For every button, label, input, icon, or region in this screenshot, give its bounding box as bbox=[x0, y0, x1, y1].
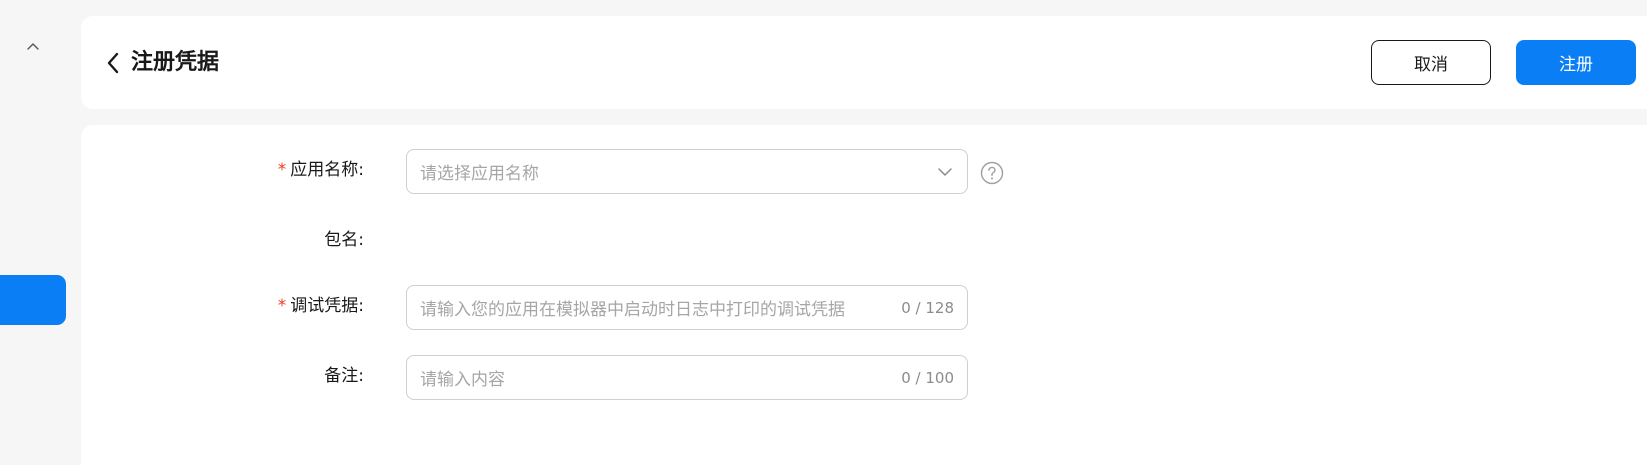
app-name-select[interactable]: 请选择应用名称 bbox=[406, 149, 968, 194]
sidebar-item-active[interactable] bbox=[0, 275, 66, 325]
app-name-label: * 应用名称: bbox=[224, 158, 364, 182]
remark-placeholder: 请输入内容 bbox=[420, 370, 505, 390]
chevron-left-icon bbox=[107, 52, 119, 74]
sidebar bbox=[0, 0, 66, 445]
page-title: 注册凭据 bbox=[131, 50, 220, 75]
app-name-placeholder: 请选择应用名称 bbox=[420, 164, 539, 184]
question-circle-icon[interactable] bbox=[980, 161, 1004, 185]
back-button[interactable] bbox=[100, 47, 126, 79]
chevron-up-icon bbox=[27, 43, 39, 50]
debug-credential-label-text: 调试凭据: bbox=[290, 296, 364, 316]
register-button[interactable]: 注册 bbox=[1516, 40, 1636, 85]
sidebar-collapse-toggle[interactable] bbox=[22, 36, 44, 58]
required-mark: * bbox=[277, 296, 287, 316]
debug-credential-placeholder: 请输入您的应用在模拟器中启动时日志中打印的调试凭据 bbox=[420, 300, 845, 320]
package-name-label: 包名: bbox=[224, 228, 364, 252]
cancel-button[interactable]: 取消 bbox=[1371, 40, 1491, 85]
debug-credential-counter: 0 / 128 bbox=[901, 298, 954, 317]
remark-label: 备注: bbox=[224, 364, 364, 388]
remark-input[interactable]: 请输入内容 0 / 100 bbox=[406, 355, 968, 400]
required-mark: * bbox=[277, 160, 287, 180]
package-name-label-text: 包名: bbox=[324, 230, 364, 250]
chevron-down-icon bbox=[936, 163, 954, 181]
debug-credential-input[interactable]: 请输入您的应用在模拟器中启动时日志中打印的调试凭据 0 / 128 bbox=[406, 285, 968, 330]
app-name-label-text: 应用名称: bbox=[290, 160, 364, 180]
remark-counter: 0 / 100 bbox=[901, 368, 954, 387]
debug-credential-label: * 调试凭据: bbox=[224, 294, 364, 318]
remark-label-text: 备注: bbox=[324, 366, 364, 386]
